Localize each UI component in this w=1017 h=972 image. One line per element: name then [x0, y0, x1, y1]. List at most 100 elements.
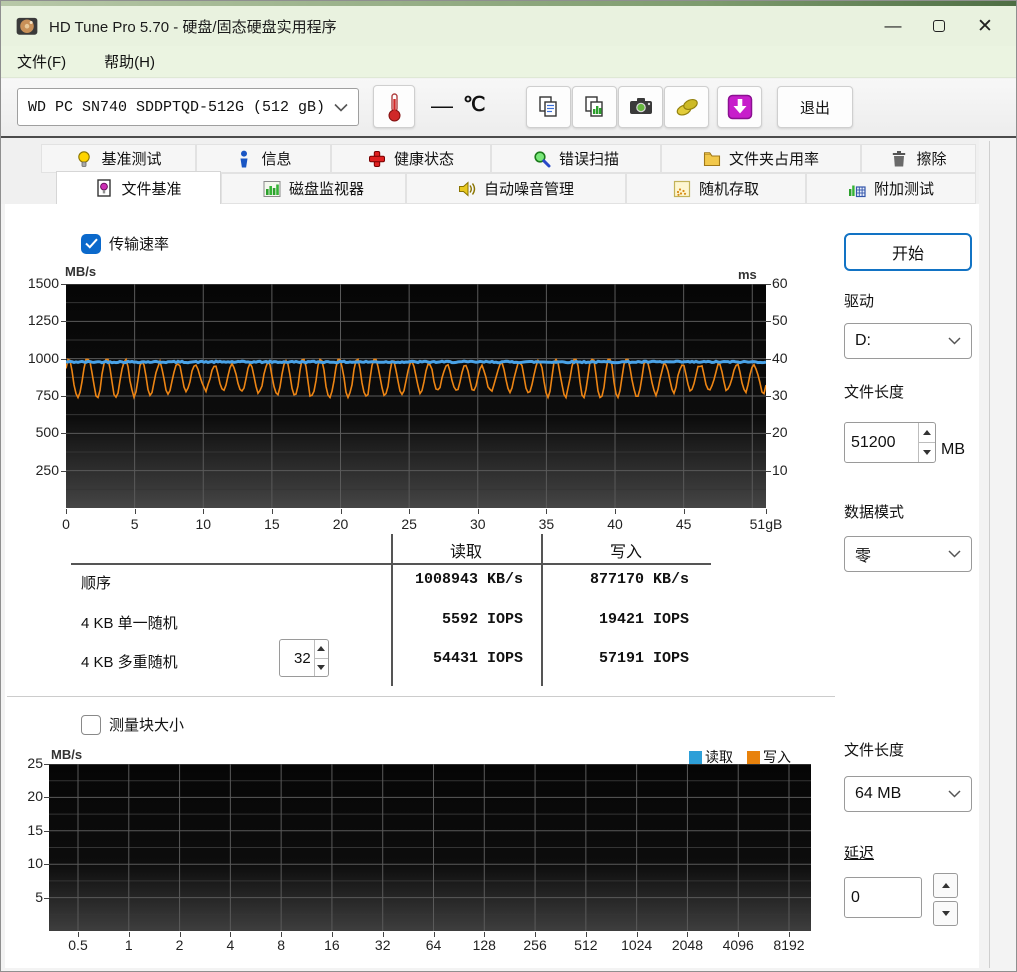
axis-tick	[271, 509, 273, 514]
read-speed-line	[66, 359, 766, 365]
speaker-icon	[458, 180, 476, 197]
window-controls: — ✕	[870, 6, 1008, 46]
axis-tick-label: 0	[62, 516, 70, 532]
hd-tune-window: HD Tune Pro 5.70 - 硬盘/固态硬盘实用程序 — ✕ 文件(F)…	[0, 0, 1017, 972]
axis-tick-label: 32	[374, 937, 391, 953]
results-header-rule	[71, 563, 711, 565]
tab-label: 磁盘监视器	[288, 181, 364, 198]
axis-tick-label: 250	[35, 461, 59, 478]
file-length2-dropdown[interactable]: 64 MB	[844, 776, 972, 812]
axis-tick	[477, 509, 479, 514]
tab-label: 擦除	[916, 151, 947, 168]
temperature-button[interactable]	[373, 85, 415, 128]
spin-up-button[interactable]	[314, 640, 328, 659]
random-access-icon	[673, 180, 691, 197]
start-button[interactable]: 开始	[844, 233, 972, 271]
file-length-arrows[interactable]	[917, 423, 935, 462]
menu-help[interactable]: 帮助(H)	[104, 51, 155, 72]
delay-input-box[interactable]	[844, 877, 922, 918]
temperature-value: —	[431, 93, 453, 118]
tab-random-access[interactable]: 随机存取	[626, 173, 806, 204]
chevron-down-icon	[334, 103, 348, 112]
legend-swatch	[689, 750, 702, 764]
spin-down-button[interactable]	[919, 443, 935, 462]
axis-tick	[789, 932, 790, 937]
axis-tick-label: 1000	[27, 349, 59, 366]
legend-swatch	[747, 750, 760, 764]
spin-down-button[interactable]	[315, 659, 328, 677]
maximize-button[interactable]	[916, 6, 962, 46]
spin-up-button[interactable]	[918, 423, 935, 443]
drive-selector-value: WD PC SN740 SDDPTQD-512G (512 gB)	[28, 98, 326, 116]
data-mode-value: 零	[855, 548, 872, 565]
queue-depth-spinner[interactable]	[279, 639, 329, 677]
tab-benchmark[interactable]: 基准测试	[41, 144, 196, 173]
file-length2-label: 文件长度	[844, 742, 905, 759]
drive-dropdown[interactable]: D:	[844, 323, 972, 359]
axis-tick-label: 16	[324, 937, 340, 953]
hands-icon	[676, 98, 698, 116]
tab-folder-usage[interactable]: 文件夹占用率	[661, 144, 861, 173]
results-sequential-read: 1008943 KB/s	[414, 571, 523, 588]
queue-depth-arrows[interactable]	[313, 640, 328, 677]
axis-tick	[433, 932, 435, 937]
tab-extra-tests[interactable]: 附加测试	[806, 173, 976, 204]
close-button[interactable]: ✕	[962, 6, 1008, 46]
donate-button[interactable]	[664, 86, 709, 128]
axis-tick-label: 10	[27, 855, 43, 872]
tab-noise-management[interactable]: 自动噪音管理	[406, 173, 626, 204]
tab-label: 基准测试	[101, 151, 162, 168]
axis-tick	[44, 797, 49, 799]
axis-tick-label: 256	[523, 937, 547, 953]
tab-label: 随机存取	[698, 181, 759, 198]
window-title: HD Tune Pro 5.70 - 硬盘/固态硬盘实用程序	[49, 18, 337, 36]
axis-tick	[61, 433, 66, 435]
copy-image-button[interactable]	[572, 86, 617, 128]
file-length-spinner[interactable]	[844, 422, 936, 463]
menu-file[interactable]: 文件(F)	[17, 51, 66, 72]
delay-input[interactable]	[845, 878, 921, 917]
exit-button[interactable]: 退出	[777, 86, 853, 128]
results-4k-single-write: 19421 IOPS	[598, 611, 689, 628]
axis-tick-label: 30	[772, 387, 788, 403]
download-button[interactable]	[717, 86, 762, 128]
axis-tick	[766, 396, 771, 397]
copy-text-button[interactable]	[526, 86, 571, 128]
queue-depth-input[interactable]	[280, 640, 314, 676]
tab-info[interactable]: 信息	[196, 144, 331, 173]
folder-icon	[703, 151, 721, 166]
axis-tick-label: 10	[772, 461, 788, 478]
file-length-input[interactable]	[845, 423, 918, 462]
results-4k-multi-write: 57191 IOPS	[598, 650, 689, 667]
axis-tick	[203, 509, 205, 514]
delay-down-button[interactable]	[933, 901, 958, 926]
data-mode-label: 数据模式	[844, 504, 905, 521]
copy-text-icon	[538, 96, 557, 117]
delay-label: 延迟	[844, 845, 875, 862]
tab-label: 文件夹占用率	[728, 151, 819, 168]
transfer-rate-checkbox[interactable]	[81, 233, 101, 254]
drive-selector-dropdown[interactable]: WD PC SN740 SDDPTQD-512G (512 gB)	[17, 88, 359, 126]
info-icon	[240, 150, 248, 167]
tab-error-scan[interactable]: 错误扫描	[491, 144, 661, 173]
delay-up-button[interactable]	[933, 873, 958, 898]
tab-erase[interactable]: 擦除	[861, 144, 976, 173]
block-size-chart: MB/s 5 10 15 20 25 0.5 1 2 4 8 16 32 64 128 256 512 1024 2…	[1, 741, 836, 961]
titlebar: HD Tune Pro 5.70 - 硬盘/固态硬盘实用程序 — ✕	[1, 6, 1016, 46]
screenshot-button[interactable]	[618, 86, 663, 128]
minimize-button[interactable]: —	[870, 6, 916, 46]
legend-label: 写入	[763, 749, 791, 765]
block-size-checkbox[interactable]	[81, 714, 101, 735]
axis-tick	[340, 509, 342, 514]
tab-file-benchmark[interactable]: 文件基准	[56, 171, 221, 204]
tab-health[interactable]: 健康状态	[331, 144, 491, 173]
axis-tick	[61, 358, 66, 360]
axis-tick-label: 64	[425, 937, 442, 953]
axis-tick	[683, 509, 685, 514]
axis-tick-label: 10	[195, 516, 212, 532]
data-mode-dropdown[interactable]: 零	[844, 536, 972, 572]
axis-tick	[61, 470, 66, 472]
triangle-down-icon	[941, 911, 950, 916]
tab-disk-monitor[interactable]: 磁盘监视器	[221, 173, 406, 204]
checkmark-icon	[84, 238, 98, 249]
